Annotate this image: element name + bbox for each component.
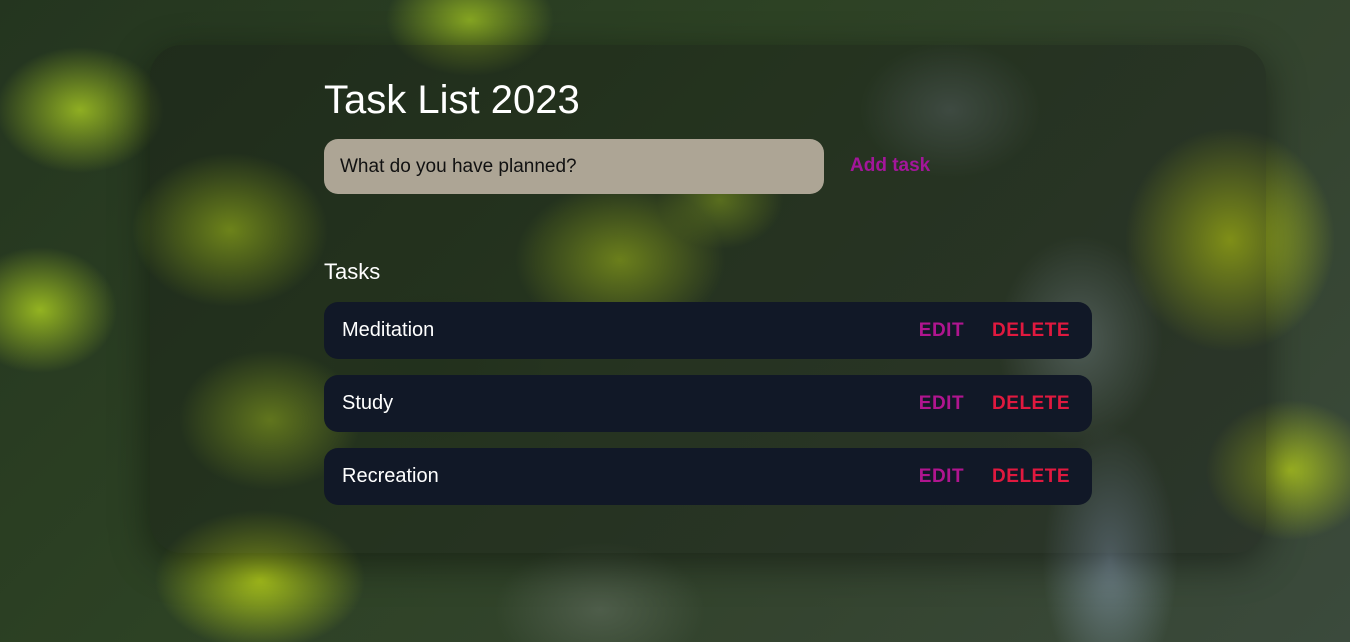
delete-button[interactable]: DELETE <box>992 466 1070 488</box>
add-task-button[interactable]: Add task <box>850 152 930 180</box>
task-label: Recreation <box>342 465 439 487</box>
edit-button[interactable]: EDIT <box>919 393 964 415</box>
tasks-heading: Tasks <box>324 259 381 284</box>
task-list: Meditation EDIT DELETE Study EDIT DELETE… <box>324 302 1092 521</box>
task-item: Recreation EDIT DELETE <box>324 448 1092 505</box>
task-label: Study <box>342 392 394 414</box>
edit-button[interactable]: EDIT <box>919 466 964 488</box>
new-task-input[interactable] <box>324 139 824 194</box>
edit-button[interactable]: EDIT <box>919 320 964 342</box>
task-item: Study EDIT DELETE <box>324 375 1092 432</box>
page-title: Task List 2023 <box>324 78 580 122</box>
delete-button[interactable]: DELETE <box>992 393 1070 415</box>
task-label: Meditation <box>342 319 435 341</box>
task-item: Meditation EDIT DELETE <box>324 302 1092 359</box>
delete-button[interactable]: DELETE <box>992 320 1070 342</box>
